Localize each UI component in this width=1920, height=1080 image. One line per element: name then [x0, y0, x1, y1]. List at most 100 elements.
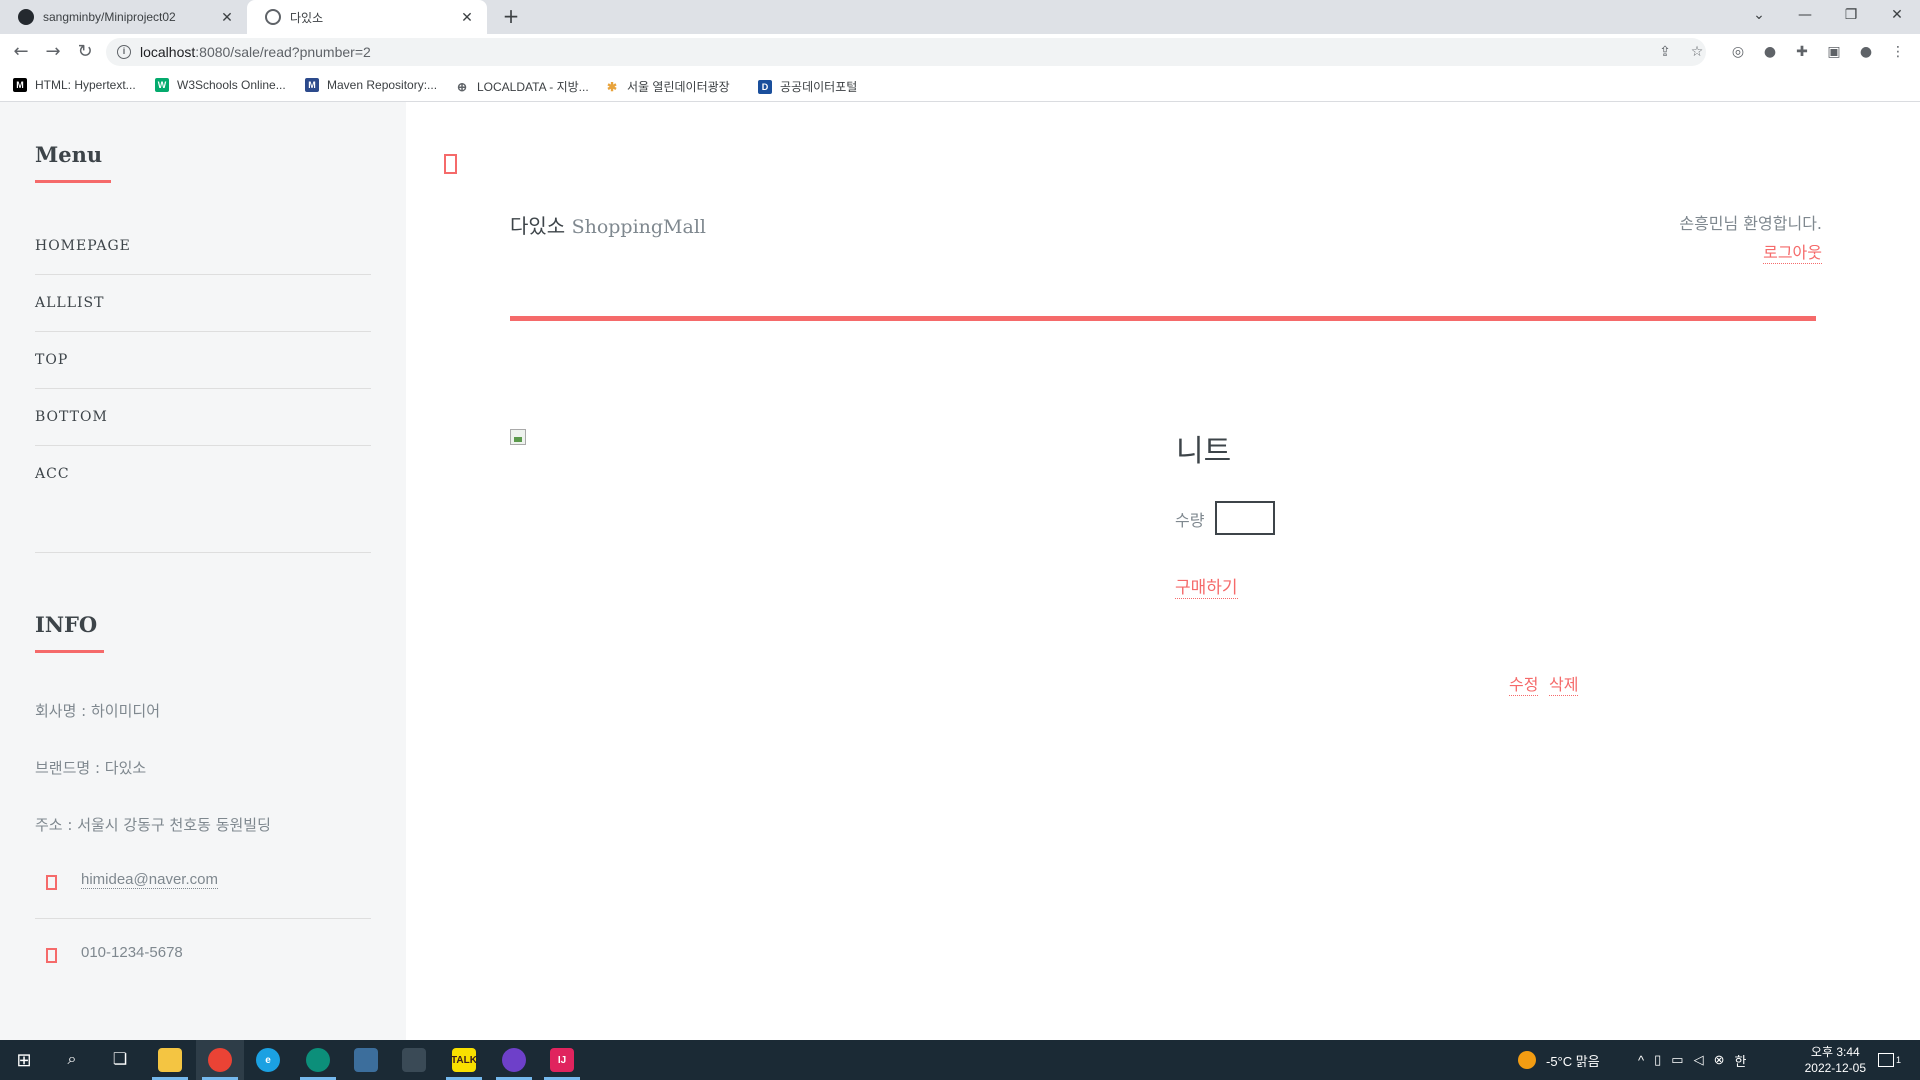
bookmark-label: W3Schools Online... — [177, 78, 286, 92]
bookmark-w3schools[interactable]: W W3Schools Online... — [155, 78, 286, 92]
info-address: 주소 : 서울시 강동구 천호동 동원빌딩 — [35, 816, 271, 834]
delete-link[interactable]: 삭제 — [1549, 671, 1579, 696]
sidebar-item-alllist[interactable]: ALLLIST — [35, 275, 371, 332]
file-explorer-icon[interactable] — [146, 1040, 194, 1080]
url-path: :8080/sale/read?pnumber=2 — [195, 44, 371, 60]
ime-indicator[interactable]: 한 — [1734, 1051, 1746, 1070]
menu-heading-underline — [35, 180, 111, 183]
system-clock[interactable]: 오후 3:44 2022-12-05 — [1805, 1044, 1866, 1076]
info-brand: 브랜드명 : 다있소 — [35, 759, 147, 777]
network-icon[interactable]: ▭ — [1671, 1052, 1683, 1068]
bookmark-seoul-opendata[interactable]: ✱ 서울 열린데이터광장 — [605, 78, 730, 95]
info-icon[interactable]: i — [117, 45, 131, 59]
tab-search-icon[interactable]: ⌄ — [1736, 0, 1782, 30]
globe-icon: ⊕ — [455, 79, 469, 94]
tab-daisso[interactable]: 다있소 ✕ — [247, 0, 487, 34]
minimize-button[interactable]: — — [1782, 0, 1828, 30]
welcome-message: 손흥민님 환영합니다. — [1679, 214, 1822, 233]
extension-globe-icon[interactable]: ● — [1761, 43, 1779, 61]
side-panel-icon[interactable]: ▣ — [1825, 43, 1843, 61]
weather-widget[interactable]: -5°C 맑음 — [1518, 1040, 1600, 1080]
share-icon[interactable]: ⇪ — [1656, 43, 1674, 61]
task-view-icon[interactable]: ❏ — [96, 1040, 144, 1080]
tab-close-icon[interactable]: ✕ — [219, 9, 235, 26]
address-bar[interactable]: i localhost:8080/sale/read?pnumber=2 — [106, 38, 1706, 66]
profile-avatar-icon[interactable]: ● — [1857, 43, 1875, 61]
search-icon[interactable]: ⌕ — [48, 1040, 96, 1080]
sidebar-item-bottom[interactable]: BOTTOM — [35, 389, 371, 446]
kakaotalk-icon[interactable]: TALK — [440, 1040, 488, 1080]
more-menu-icon[interactable]: ⋮ — [1889, 43, 1907, 61]
tab-title: 다있소 — [290, 10, 324, 25]
github-icon — [18, 9, 34, 25]
globe-icon — [265, 9, 281, 25]
quantity-input[interactable] — [1215, 501, 1275, 535]
edit-link[interactable]: 수정 — [1509, 671, 1539, 696]
bookmark-label: LOCALDATA - 지방... — [477, 80, 589, 94]
intellij-icon[interactable]: IJ — [538, 1040, 586, 1080]
info-heading: INFO — [35, 612, 98, 637]
info-heading-underline — [35, 650, 104, 653]
new-tab-button[interactable]: + — [499, 5, 523, 29]
contact-divider — [35, 918, 371, 919]
buy-link[interactable]: 구매하기 — [1175, 573, 1238, 599]
status-x-icon[interactable]: ⊗ — [1714, 1052, 1725, 1068]
logout-link[interactable]: 로그아웃 — [1763, 239, 1822, 264]
tab-github[interactable]: sangminby/Miniproject02 ✕ — [0, 0, 247, 34]
volume-icon[interactable]: ◁ — [1694, 1052, 1704, 1068]
web-page: Menu HOMEPAGE ALLLIST TOP BOTTOM ACC INF… — [0, 102, 1920, 1040]
contact-email-link[interactable]: himidea@naver.com — [81, 871, 218, 889]
logo-brand: 다있소 — [510, 214, 566, 238]
logo-subtitle: ShoppingMall — [571, 216, 706, 238]
media-player-icon[interactable] — [390, 1040, 438, 1080]
sidebar-toggle-icon[interactable] — [444, 154, 457, 174]
bookmark-label: 서울 열린데이터광장 — [627, 80, 730, 94]
menu-heading: Menu — [35, 142, 103, 167]
notification-count: 1 — [1896, 1055, 1902, 1065]
sidebar-item-homepage[interactable]: HOMEPAGE — [35, 218, 371, 275]
chevron-up-icon[interactable]: ^ — [1638, 1053, 1644, 1068]
product-name: 니트 — [1176, 434, 1232, 469]
clock-time: 오후 3:44 — [1810, 1045, 1860, 1059]
windows-start-icon[interactable]: ⊞ — [0, 1040, 48, 1080]
phone-icon — [46, 948, 57, 963]
bookmark-star-icon[interactable]: ☆ — [1688, 43, 1706, 61]
main-content: 다있소 ShoppingMall 손흥민님 환영합니다. 로그아웃 니트 수량 … — [406, 102, 1920, 1040]
notification-center-icon[interactable]: 1 — [1878, 1040, 1901, 1080]
github-desktop-icon[interactable] — [490, 1040, 538, 1080]
mdn-icon: M — [13, 78, 27, 92]
mysql-workbench-icon[interactable] — [342, 1040, 390, 1080]
maven-icon: M — [305, 78, 319, 92]
broken-image-icon — [510, 429, 526, 445]
restore-button[interactable]: ❐ — [1828, 0, 1874, 30]
sidebar-item-acc[interactable]: ACC — [35, 446, 371, 503]
extensions-puzzle-icon[interactable]: ✚ — [1793, 43, 1811, 61]
url-host: localhost — [140, 44, 196, 60]
windows-taskbar: ⊞ ⌕ ❏ e TALK IJ -5°C 맑음 ^ ▯ ▭ ◁ ⊗ 한 오후 3… — [0, 1040, 1920, 1080]
bookmark-maven[interactable]: M Maven Repository:... — [305, 78, 437, 92]
close-window-button[interactable]: ✕ — [1874, 0, 1920, 30]
browser-tab-strip: sangminby/Miniproject02 ✕ 다있소 ✕ + ⌄ — ❐ … — [0, 0, 1920, 34]
clock-date: 2022-12-05 — [1804, 1061, 1866, 1075]
site-logo[interactable]: 다있소 ShoppingMall — [510, 210, 706, 239]
quantity-label: 수량 — [1175, 511, 1205, 530]
seoul-icon: ✱ — [605, 79, 619, 94]
bookmark-localdata[interactable]: ⊕ LOCALDATA - 지방... — [455, 78, 589, 95]
tab-title: sangminby/Miniproject02 — [43, 10, 176, 24]
back-icon[interactable]: ← — [9, 40, 33, 64]
header-divider — [510, 316, 1816, 321]
forward-icon[interactable]: → — [41, 40, 65, 64]
reload-icon[interactable]: ↻ — [73, 40, 97, 64]
tab-close-icon[interactable]: ✕ — [459, 9, 475, 26]
extension-icon[interactable]: ◎ — [1729, 43, 1747, 61]
battery-icon[interactable]: ▯ — [1654, 1052, 1661, 1068]
bookmarks-bar: M HTML: Hypertext... W W3Schools Online.… — [0, 70, 1920, 102]
sidebar-item-top[interactable]: TOP — [35, 332, 371, 389]
chrome-icon[interactable] — [196, 1040, 244, 1080]
bookmark-mdn[interactable]: M HTML: Hypertext... — [13, 78, 136, 92]
internet-explorer-icon[interactable]: e — [244, 1040, 292, 1080]
bookmark-data-go-kr[interactable]: D 공공데이터포털 — [758, 78, 857, 95]
bookmark-label: HTML: Hypertext... — [35, 78, 136, 92]
edge-icon[interactable] — [294, 1040, 342, 1080]
weather-text: -5°C 맑음 — [1546, 1053, 1600, 1069]
